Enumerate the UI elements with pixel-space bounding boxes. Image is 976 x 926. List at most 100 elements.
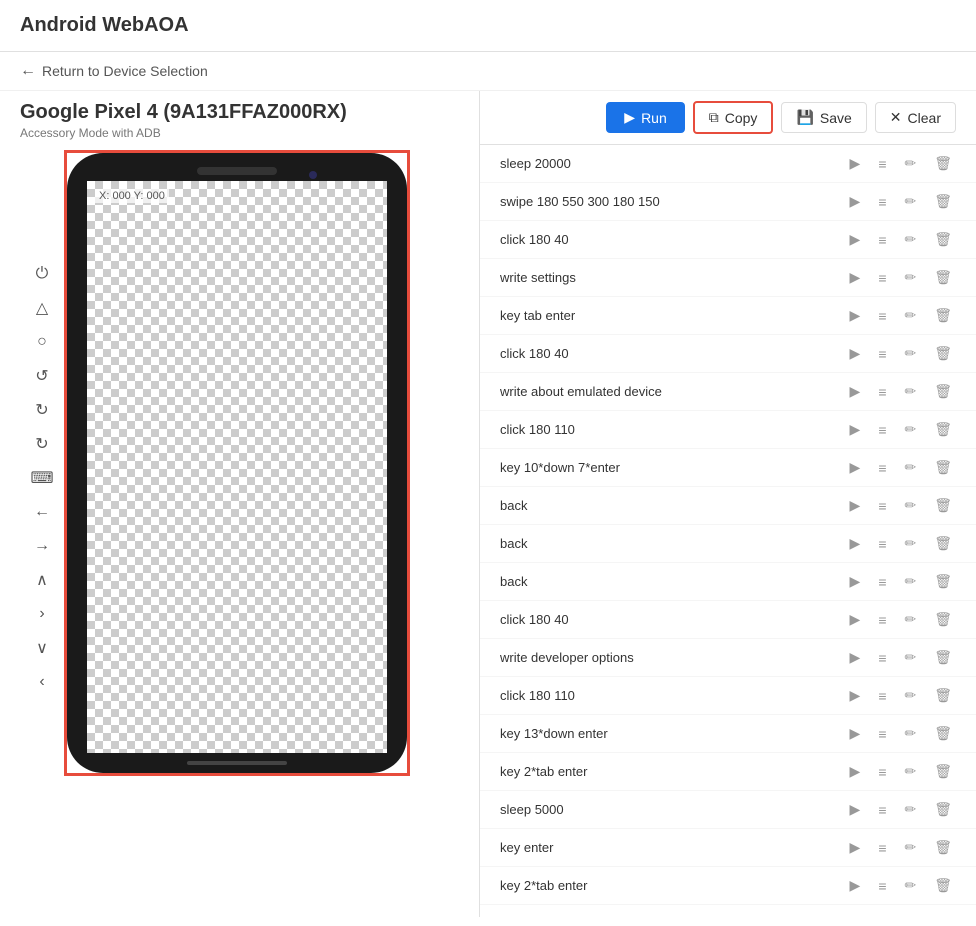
clear-button[interactable]: ✕ Clear xyxy=(875,102,956,133)
command-edit-button[interactable]: ✏ xyxy=(900,533,920,554)
command-delete-button[interactable]: 🗑 xyxy=(930,457,956,478)
power-button[interactable]: ⏻ xyxy=(28,260,56,288)
command-edit-button[interactable]: ✏ xyxy=(900,267,920,288)
command-run-button[interactable]: ▶ xyxy=(846,419,865,440)
command-edit-button[interactable]: ✏ xyxy=(900,723,920,744)
command-run-button[interactable]: ▶ xyxy=(846,609,865,630)
save-button[interactable]: 💾 Save xyxy=(781,102,866,133)
command-run-button[interactable]: ▶ xyxy=(846,191,865,212)
command-list-button[interactable]: ≡ xyxy=(874,268,890,288)
command-list-button[interactable]: ≡ xyxy=(874,534,890,554)
command-delete-button[interactable]: 🗑 xyxy=(930,647,956,668)
command-edit-button[interactable]: ✏ xyxy=(900,305,920,326)
command-delete-button[interactable]: 🗑 xyxy=(930,229,956,250)
command-edit-button[interactable]: ✏ xyxy=(900,495,920,516)
chevron-right-button[interactable]: › xyxy=(28,600,56,628)
command-run-button[interactable]: ▶ xyxy=(846,495,865,516)
command-delete-button[interactable]: 🗑 xyxy=(930,191,956,212)
command-list-button[interactable]: ≡ xyxy=(874,724,890,744)
rotate-ccw-button[interactable]: ↺ xyxy=(28,362,56,390)
command-edit-button[interactable]: ✏ xyxy=(900,381,920,402)
back-nav[interactable]: ← Return to Device Selection xyxy=(0,52,976,91)
command-delete-button[interactable]: 🗑 xyxy=(930,571,956,592)
command-run-button[interactable]: ▶ xyxy=(846,837,865,858)
command-edit-button[interactable]: ✏ xyxy=(900,647,920,668)
command-list-button[interactable]: ≡ xyxy=(874,192,890,212)
command-delete-button[interactable]: 🗑 xyxy=(930,343,956,364)
home-button[interactable]: △ xyxy=(28,294,56,322)
command-run-button[interactable]: ▶ xyxy=(846,875,865,896)
phone-device[interactable]: X: 000 Y: 000 xyxy=(67,153,407,773)
command-list-button[interactable]: ≡ xyxy=(874,876,890,896)
chevron-down-button[interactable]: ∨ xyxy=(28,634,56,662)
nav-right-button[interactable]: → xyxy=(28,532,56,560)
command-list-button[interactable]: ≡ xyxy=(874,458,890,478)
command-edit-button[interactable]: ✏ xyxy=(900,457,920,478)
command-run-button[interactable]: ▶ xyxy=(846,343,865,364)
command-list-button[interactable]: ≡ xyxy=(874,762,890,782)
rotate-cw-button[interactable]: ↻ xyxy=(28,396,56,424)
command-edit-button[interactable]: ✏ xyxy=(900,609,920,630)
command-delete-button[interactable]: 🗑 xyxy=(930,495,956,516)
command-run-button[interactable]: ▶ xyxy=(846,457,865,478)
command-delete-button[interactable]: 🗑 xyxy=(930,381,956,402)
command-run-button[interactable]: ▶ xyxy=(846,229,865,250)
command-run-button[interactable]: ▶ xyxy=(846,305,865,326)
command-list-button[interactable]: ≡ xyxy=(874,230,890,250)
run-button[interactable]: ▶ Run xyxy=(606,102,684,133)
command-run-button[interactable]: ▶ xyxy=(846,153,865,174)
nav-left-button[interactable]: ← xyxy=(28,498,56,526)
command-run-button[interactable]: ▶ xyxy=(846,723,865,744)
command-list-button[interactable]: ≡ xyxy=(874,572,890,592)
command-delete-button[interactable]: 🗑 xyxy=(930,609,956,630)
copy-button[interactable]: ⧉ Copy xyxy=(693,101,774,134)
command-delete-button[interactable]: 🗑 xyxy=(930,533,956,554)
command-edit-button[interactable]: ✏ xyxy=(900,419,920,440)
command-edit-button[interactable]: ✏ xyxy=(900,685,920,706)
command-delete-button[interactable]: 🗑 xyxy=(930,153,956,174)
command-list-button[interactable]: ≡ xyxy=(874,382,890,402)
command-delete-button[interactable]: 🗑 xyxy=(930,799,956,820)
command-delete-button[interactable]: 🗑 xyxy=(930,761,956,782)
command-list-button[interactable]: ≡ xyxy=(874,610,890,630)
command-edit-button[interactable]: ✏ xyxy=(900,343,920,364)
command-delete-button[interactable]: 🗑 xyxy=(930,723,956,744)
command-edit-button[interactable]: ✏ xyxy=(900,191,920,212)
command-run-button[interactable]: ▶ xyxy=(846,799,865,820)
command-run-button[interactable]: ▶ xyxy=(846,533,865,554)
command-run-button[interactable]: ▶ xyxy=(846,571,865,592)
command-edit-button[interactable]: ✏ xyxy=(900,837,920,858)
back-circle-button[interactable]: ○ xyxy=(28,328,56,356)
command-delete-button[interactable]: 🗑 xyxy=(930,875,956,896)
command-delete-button[interactable]: 🗑 xyxy=(930,837,956,858)
chevron-up-button[interactable]: ∧ xyxy=(28,566,56,594)
command-edit-button[interactable]: ✏ xyxy=(900,875,920,896)
command-list-button[interactable]: ≡ xyxy=(874,686,890,706)
command-run-button[interactable]: ▶ xyxy=(846,647,865,668)
rotate-cw2-button[interactable]: ↻ xyxy=(28,430,56,458)
command-list-button[interactable]: ≡ xyxy=(874,344,890,364)
command-list-button[interactable]: ≡ xyxy=(874,306,890,326)
command-list-button[interactable]: ≡ xyxy=(874,496,890,516)
command-delete-button[interactable]: 🗑 xyxy=(930,419,956,440)
command-edit-button[interactable]: ✏ xyxy=(900,153,920,174)
command-run-button[interactable]: ▶ xyxy=(846,761,865,782)
command-run-button[interactable]: ▶ xyxy=(846,267,865,288)
command-list-button[interactable]: ≡ xyxy=(874,838,890,858)
command-edit-button[interactable]: ✏ xyxy=(900,761,920,782)
command-edit-button[interactable]: ✏ xyxy=(900,229,920,250)
command-run-button[interactable]: ▶ xyxy=(846,685,865,706)
command-delete-button[interactable]: 🗑 xyxy=(930,685,956,706)
phone-screen[interactable]: X: 000 Y: 000 xyxy=(87,181,387,753)
command-edit-button[interactable]: ✏ xyxy=(900,571,920,592)
command-list-button[interactable]: ≡ xyxy=(874,800,890,820)
command-list-button[interactable]: ≡ xyxy=(874,648,890,668)
command-list-button[interactable]: ≡ xyxy=(874,420,890,440)
command-list-button[interactable]: ≡ xyxy=(874,154,890,174)
command-edit-button[interactable]: ✏ xyxy=(900,799,920,820)
keyboard-button[interactable]: ⌨ xyxy=(28,464,56,492)
command-run-button[interactable]: ▶ xyxy=(846,381,865,402)
command-delete-button[interactable]: 🗑 xyxy=(930,305,956,326)
command-delete-button[interactable]: 🗑 xyxy=(930,267,956,288)
chevron-left-button[interactable]: ‹ xyxy=(28,668,56,696)
